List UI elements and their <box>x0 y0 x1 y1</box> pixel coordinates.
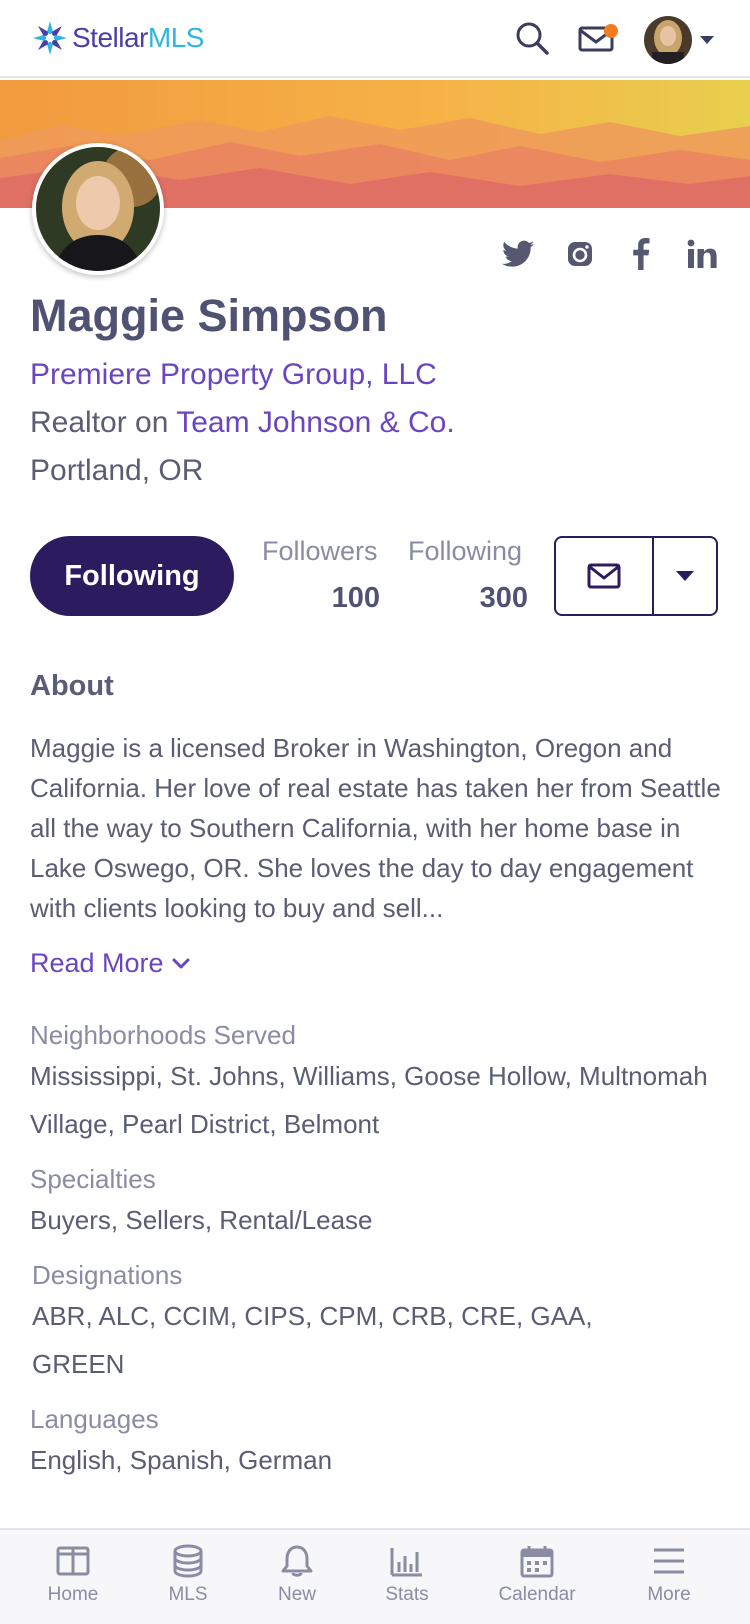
calendar-icon <box>520 1546 554 1578</box>
menu-icon <box>654 1548 684 1574</box>
bar-chart-icon <box>390 1548 422 1577</box>
nav-calendar-label: Calendar <box>498 1584 576 1605</box>
database-icon <box>173 1544 203 1578</box>
neighborhoods-label: Neighborhoods Served <box>30 1020 296 1050</box>
twitter-icon[interactable] <box>498 236 538 272</box>
chevron-down-icon <box>172 958 190 968</box>
location: Portland, OR <box>30 454 204 487</box>
message-button[interactable] <box>556 538 654 614</box>
following-label[interactable]: Following <box>408 536 522 567</box>
profile-avatar <box>32 143 164 275</box>
languages-value: English, Spanish, German <box>30 1445 333 1475</box>
caret-down-icon <box>676 571 694 581</box>
neighborhoods-value: Mississippi, St. Johns, Williams, Goose … <box>30 1061 708 1139</box>
team-link[interactable]: Team Johnson & Co. <box>176 406 454 439</box>
nav-stats-label: Stats <box>385 1584 429 1605</box>
logo-text-stellar: Stellar <box>72 22 148 53</box>
following-count[interactable]: 300 <box>408 582 528 615</box>
followers-count[interactable]: 100 <box>262 582 380 615</box>
home-icon <box>56 1546 90 1576</box>
role-line: Realtor on Team Johnson & Co. <box>30 406 455 440</box>
nav-more[interactable]: More <box>614 1544 724 1606</box>
following-button[interactable]: Following <box>30 536 234 616</box>
nav-mls[interactable]: MLS <box>133 1544 243 1606</box>
search-icon[interactable] <box>514 20 550 56</box>
read-more-link[interactable]: Read More <box>30 948 190 979</box>
envelope-icon <box>587 563 621 589</box>
about-text: Maggie is a licensed Broker in Washingto… <box>30 733 721 923</box>
instagram-icon[interactable] <box>562 236 598 272</box>
nav-new-label: New <box>277 1584 316 1605</box>
notification-dot <box>604 24 618 38</box>
read-more-label: Read More <box>30 948 164 978</box>
about-heading: About <box>30 670 114 702</box>
message-button-group <box>554 536 718 616</box>
message-dropdown-button[interactable] <box>654 538 716 614</box>
languages-label: Languages <box>30 1404 159 1434</box>
nav-more-label: More <box>647 1584 691 1605</box>
followers-label[interactable]: Followers <box>262 536 378 567</box>
account-caret-icon[interactable] <box>700 36 714 44</box>
logo-star-icon <box>33 21 67 55</box>
nav-calendar[interactable]: Calendar <box>482 1544 592 1606</box>
profile-name: Maggie Simpson <box>30 290 388 341</box>
top-bar: StellarMLS <box>0 0 750 78</box>
bottom-navigation: Home MLS New Stats Calendar More <box>0 1528 750 1624</box>
specialties-value: Buyers, Sellers, Rental/Lease <box>30 1205 373 1235</box>
bell-icon <box>281 1545 313 1577</box>
facebook-icon[interactable] <box>624 236 658 272</box>
company-link[interactable]: Premiere Property Group, LLC <box>30 358 437 392</box>
designations-label: Designations <box>32 1260 183 1290</box>
linkedin-icon[interactable] <box>684 236 720 272</box>
nav-home[interactable]: Home <box>18 1544 128 1606</box>
role-prefix: Realtor on <box>30 406 177 439</box>
nav-stats[interactable]: Stats <box>352 1544 462 1606</box>
specialties-label: Specialties <box>30 1164 156 1194</box>
nav-mls-label: MLS <box>168 1584 208 1605</box>
stellar-mls-logo[interactable]: StellarMLS <box>32 20 204 56</box>
user-avatar[interactable] <box>644 16 692 64</box>
nav-home-label: Home <box>47 1584 99 1605</box>
nav-new[interactable]: New <box>242 1544 352 1606</box>
logo-text-mls: MLS <box>147 22 205 53</box>
designations-value: ABR, ALC, CCIM, CIPS, CPM, CRB, CRE, GAA… <box>32 1301 593 1379</box>
